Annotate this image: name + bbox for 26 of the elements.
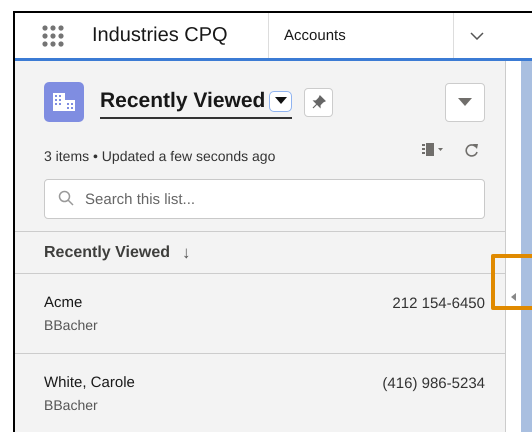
- record-name[interactable]: Acme: [44, 294, 392, 311]
- record-name[interactable]: White, Carole: [44, 374, 382, 391]
- list-status-text: 3 items • Updated a few seconds ago: [44, 148, 276, 164]
- app-launcher-icon[interactable]: [42, 24, 64, 46]
- pin-button[interactable]: [304, 88, 334, 116]
- list-actions-button[interactable]: [445, 82, 485, 122]
- list-view-title[interactable]: Recently Viewed: [100, 89, 266, 113]
- chevron-down-icon[interactable]: [470, 32, 484, 40]
- display-as-icon[interactable]: [422, 143, 444, 157]
- sort-column-header[interactable]: Recently Viewed: [44, 244, 170, 262]
- record-phone: 212 154-6450: [392, 295, 485, 312]
- collapse-arrow-icon[interactable]: [511, 293, 516, 301]
- sort-arrow[interactable]: ↓: [182, 242, 190, 262]
- refresh-icon[interactable]: [465, 143, 479, 157]
- app-name: Industries CPQ: [92, 24, 229, 47]
- list-view-dropdown[interactable]: [269, 90, 292, 112]
- record-row[interactable]: White, Carole BBacher (416) 986-5234: [15, 354, 505, 432]
- record-owner: BBacher: [44, 397, 99, 413]
- caret-down-icon: [274, 97, 287, 105]
- record-row[interactable]: Acme BBacher 212 154-6450: [15, 274, 505, 354]
- record-phone: (416) 986-5234: [382, 375, 485, 392]
- record-owner: BBacher: [44, 317, 99, 333]
- pin-icon: [312, 95, 326, 109]
- account-icon: [44, 82, 84, 122]
- caret-down-icon: [458, 98, 472, 106]
- search-field[interactable]: Search this list...: [44, 179, 485, 219]
